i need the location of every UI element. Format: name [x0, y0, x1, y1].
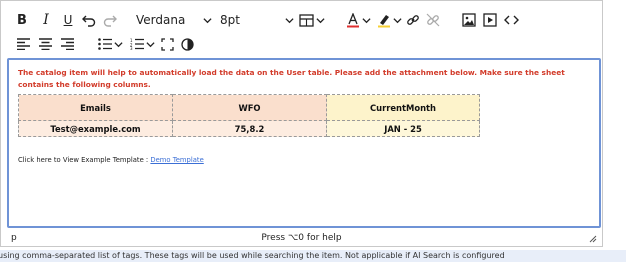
- highlight-color-button[interactable]: [375, 8, 403, 32]
- numbered-list-button[interactable]: 123: [128, 32, 156, 56]
- table-icon: [299, 13, 314, 27]
- header-cell: CurrentMonth: [326, 94, 480, 121]
- fullscreen-icon: [160, 37, 174, 51]
- text-color-icon: [346, 12, 359, 27]
- field-hint-bar: using comma-separated list of tags. Thes…: [0, 250, 626, 262]
- align-right-button[interactable]: [59, 32, 75, 56]
- table-cell: Test@example.com: [18, 120, 173, 137]
- fullscreen-button[interactable]: [159, 32, 175, 56]
- font-family-dropdown[interactable]: [201, 8, 213, 32]
- chevron-down-icon: [316, 17, 325, 23]
- chevron-down-icon: [284, 17, 294, 23]
- font-size-select[interactable]: 8pt: [220, 8, 280, 32]
- media-icon: [483, 13, 497, 27]
- insert-image-button[interactable]: [461, 8, 477, 32]
- text-color-button[interactable]: [344, 8, 372, 32]
- chevron-down-icon: [202, 17, 212, 23]
- underline-icon: U: [63, 13, 73, 27]
- chevron-down-icon: [392, 17, 402, 23]
- contrast-button[interactable]: [179, 32, 195, 56]
- align-left-icon: [16, 38, 30, 50]
- source-code-button[interactable]: [502, 8, 520, 32]
- table-button[interactable]: [298, 8, 326, 32]
- chevron-down-icon: [145, 41, 155, 47]
- table-row: Test@example.com 75,8.2 JAN - 25: [18, 120, 480, 137]
- image-icon: [462, 13, 476, 27]
- link-icon: [407, 15, 419, 25]
- field-hint-text: using comma-separated list of tags. Thes…: [0, 251, 505, 260]
- code-icon: [503, 15, 519, 25]
- align-center-button[interactable]: [37, 32, 53, 56]
- font-size-value: 8pt: [220, 13, 240, 27]
- intro-text: The catalog item will help to automatica…: [18, 68, 565, 89]
- rich-text-editor: B I U Verdana 8pt 1 2 3 The catalog item…: [0, 0, 603, 247]
- font-family-value: Verdana: [136, 13, 186, 27]
- italic-icon: I: [43, 12, 49, 28]
- underline-button[interactable]: U: [60, 8, 76, 32]
- undo-button[interactable]: [81, 8, 97, 32]
- unlink-icon: [426, 13, 440, 27]
- table-cell: 75,8.2: [172, 120, 327, 137]
- align-left-button[interactable]: [15, 32, 31, 56]
- undo-icon: [82, 15, 96, 27]
- highlighter-icon: [377, 14, 390, 27]
- redo-button[interactable]: [102, 8, 118, 32]
- insert-media-button[interactable]: [482, 8, 498, 32]
- chevron-down-icon: [113, 41, 123, 47]
- font-size-dropdown[interactable]: [283, 8, 295, 32]
- numbered-list-icon: 123: [130, 38, 144, 50]
- bold-button[interactable]: B: [14, 8, 30, 32]
- link-button[interactable]: [405, 8, 421, 32]
- table-header-row: Emails WFO CurrentMonth: [18, 94, 480, 121]
- align-right-icon: [60, 38, 74, 50]
- template-line: Click here to View Example Template : De…: [18, 156, 204, 164]
- demo-template-link[interactable]: Demo Template: [150, 156, 203, 164]
- align-center-icon: [38, 38, 52, 50]
- redo-icon: [103, 15, 117, 27]
- header-cell: WFO: [172, 94, 327, 121]
- template-prefix: Click here to View Example Template :: [18, 156, 151, 164]
- chevron-down-icon: [361, 17, 371, 23]
- bold-icon: B: [17, 12, 27, 28]
- bullet-list-button[interactable]: [96, 32, 124, 56]
- editor-content-area[interactable]: The catalog item will help to automatica…: [7, 58, 601, 228]
- svg-text:3: 3: [130, 46, 133, 50]
- italic-button[interactable]: I: [38, 8, 54, 32]
- bullet-list-icon: [97, 38, 112, 50]
- unlink-button[interactable]: [425, 8, 441, 32]
- resize-handle-icon[interactable]: [589, 235, 597, 246]
- table-cell: JAN - 25: [326, 120, 480, 137]
- columns-table: Emails WFO CurrentMonth Test@example.com…: [18, 94, 480, 137]
- element-path[interactable]: p: [11, 233, 17, 243]
- header-cell: Emails: [18, 94, 173, 121]
- help-hint: Press ⌥0 for help: [261, 233, 342, 243]
- status-bar: Press ⌥0 for help p: [1, 230, 602, 247]
- contrast-icon: [180, 37, 194, 51]
